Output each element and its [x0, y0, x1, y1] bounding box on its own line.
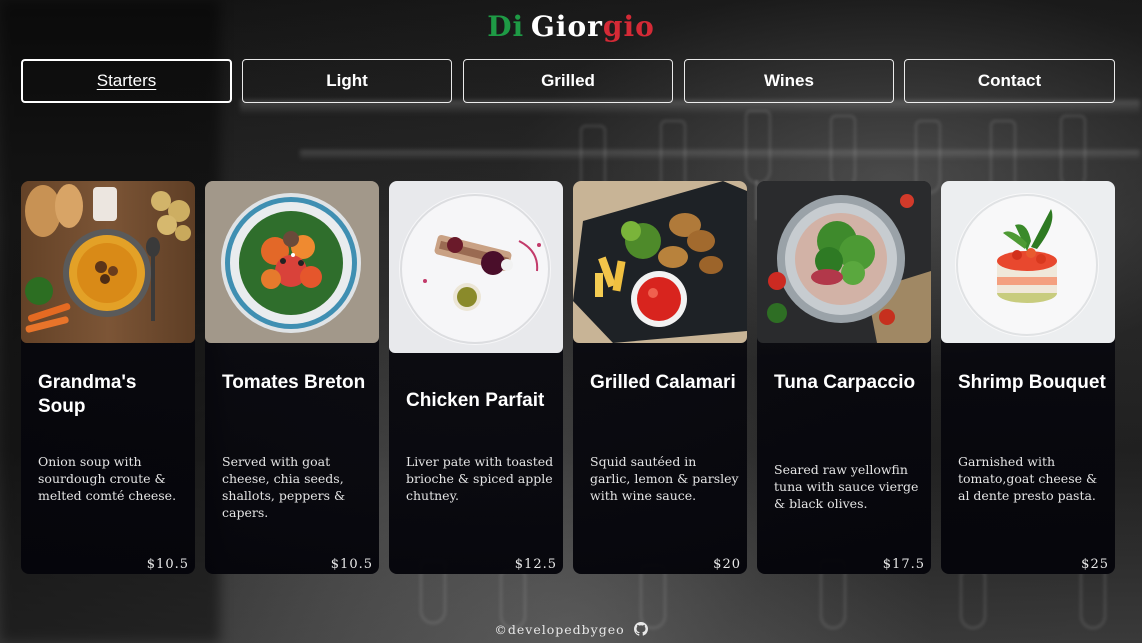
menu-card-price: $10.5 [146, 557, 189, 572]
menu-card-title: Chicken Parfait [406, 390, 545, 411]
site-header: Di Giorgio [0, 0, 1142, 48]
menu-card-price: $17.5 [882, 557, 925, 572]
menu-card-tomates-breton[interactable]: Tomates Breton Served with goat cheese, … [205, 181, 379, 574]
menu-card-title: Tuna Carpaccio [774, 372, 916, 393]
nav-tab-grilled[interactable]: Grilled [463, 59, 673, 103]
salad-image [205, 181, 379, 343]
nav-tab-light[interactable]: Light [242, 59, 452, 103]
brand-logo[interactable]: Di Giorgio [0, 10, 1142, 43]
nav-tab-starters[interactable]: Starters [21, 59, 232, 103]
menu-card-title: Grilled Calamari [590, 372, 736, 393]
brand-logo-di: Di [487, 10, 525, 43]
github-icon[interactable] [633, 622, 648, 639]
menu-card-description: Seared raw yellowfin tuna with sauce vie… [774, 462, 919, 511]
menu-card-price: $25 [1081, 557, 1109, 572]
menu-card-grilled-calamari[interactable]: Grilled Calamari Squid sautéed in garlic… [573, 181, 747, 574]
carpaccio-image [757, 181, 931, 343]
shrimp-image [941, 181, 1115, 343]
menu-card-description: Garnished with tomato,goat cheese & al d… [958, 454, 1098, 503]
menu-card-chicken-parfait[interactable]: Chicken Parfait Liver pate with toasted … [389, 181, 563, 574]
nav-tab-wines[interactable]: Wines [684, 59, 894, 103]
menu-card-description: Squid sautéed in garlic, lemon & parsley… [590, 454, 739, 503]
menu-card-price: $10.5 [330, 557, 373, 572]
menu-card-title: Grandma's Soup [38, 372, 137, 417]
menu-card-description: Served with goat cheese, chia seeds, sha… [222, 454, 346, 520]
menu-card-shrimp-bouquet[interactable]: Shrimp Bouquet Garnished with tomato,goa… [941, 181, 1115, 574]
menu-card-grandmas-soup[interactable]: Grandma's Soup Onion soup with sourdough… [21, 181, 195, 574]
brand-logo-gio: gio [602, 10, 655, 43]
menu-card-description: Liver pate with toasted brioche & spiced… [406, 454, 554, 503]
parfait-image [389, 181, 563, 353]
soup-image [21, 181, 195, 343]
menu-card-price: $20 [713, 557, 741, 572]
site-footer: ©developedbygeo [0, 622, 1142, 639]
calamari-image [573, 181, 747, 343]
nav-tab-contact[interactable]: Contact [904, 59, 1115, 103]
menu-card-price: $12.5 [514, 557, 557, 572]
footer-credit[interactable]: ©developedbygeo [494, 622, 624, 637]
menu-card-title: Shrimp Bouquet [958, 372, 1106, 393]
menu-card-tuna-carpaccio[interactable]: Tuna Carpaccio Seared raw yellowfin tuna… [757, 181, 931, 574]
menu-card-description: Onion soup with sourdough croute & melte… [38, 454, 177, 503]
menu-card-title: Tomates Breton [222, 372, 366, 393]
menu-cards: Grandma's Soup Onion soup with sourdough… [21, 181, 1115, 575]
brand-logo-gior: Gior [530, 10, 603, 43]
main-nav: Starters Light Grilled Wines Contact [21, 59, 1115, 105]
